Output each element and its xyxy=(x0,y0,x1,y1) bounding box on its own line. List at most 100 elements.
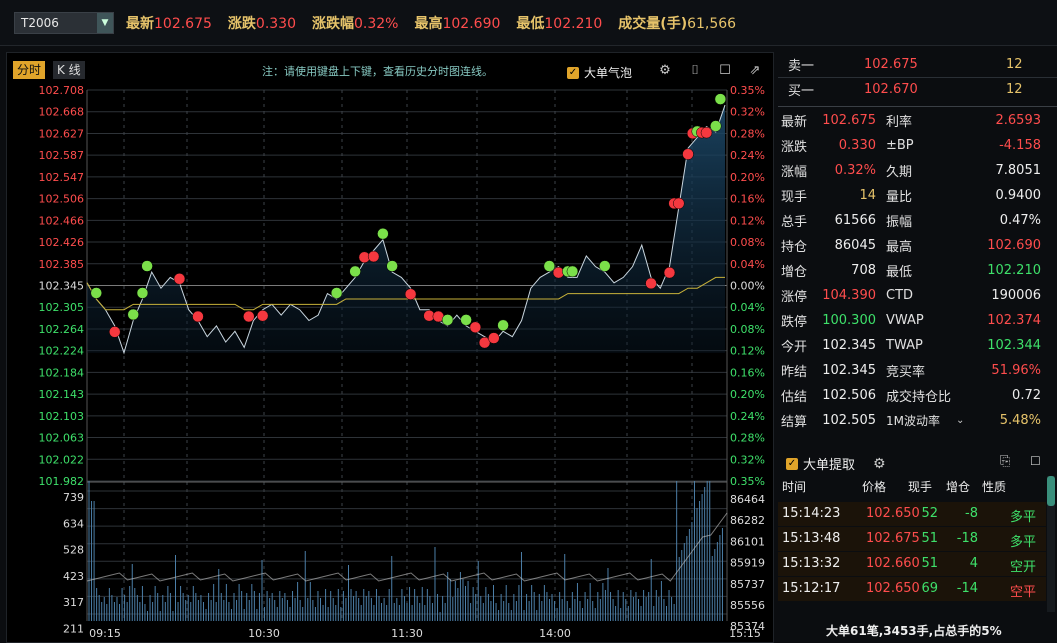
price-tick-label: 102.143 xyxy=(39,388,85,401)
trade-bubble[interactable] xyxy=(599,260,611,272)
oi-tick-label: 85556 xyxy=(730,599,765,612)
trade-bubble[interactable] xyxy=(141,260,153,272)
quote-label: 最低 xyxy=(516,15,545,32)
table-row[interactable]: 15:13:48 102.675 51 -18 多平 xyxy=(778,527,1046,551)
trade-bubble[interactable] xyxy=(566,265,579,278)
trade-bubble[interactable] xyxy=(136,287,149,299)
checkbox-checked-icon[interactable]: ✓ xyxy=(786,457,798,470)
price-tick-label: 102.305 xyxy=(39,301,85,314)
stat-value: 102.210 xyxy=(987,263,1041,278)
symbol-selector[interactable]: T2006 ▼ xyxy=(14,11,114,34)
price-tick-label: 102.022 xyxy=(39,453,85,466)
trade-bubble[interactable] xyxy=(682,148,694,160)
trade-bubble[interactable] xyxy=(256,309,269,322)
oi-tick-label: 86464 xyxy=(730,493,765,506)
bubble-toggle[interactable]: ✓ 大单气泡 xyxy=(567,64,632,81)
cell-qty: 69 xyxy=(921,581,938,596)
trade-bubble[interactable] xyxy=(192,310,204,323)
stat-label: ±BP xyxy=(886,138,914,153)
price-tick-label: 102.385 xyxy=(39,258,85,271)
trade-bubble[interactable] xyxy=(663,266,676,279)
percent-tick-label: 0.00% xyxy=(730,280,765,293)
trade-bubble[interactable] xyxy=(386,260,398,272)
scrollbar-thumb[interactable] xyxy=(1047,476,1055,506)
price-tick-label: 101.982 xyxy=(39,475,85,488)
big-trades-toggle[interactable]: ✓ 大单提取 ⚙ xyxy=(786,454,886,473)
stat-label: 总手 xyxy=(781,215,808,230)
popout-icon[interactable]: ⇗ xyxy=(743,63,767,79)
quote-item: 最高102.690 xyxy=(414,13,500,33)
trade-bubble[interactable] xyxy=(367,250,380,263)
quote-value: 61,566 xyxy=(687,15,737,32)
volume-tick-label: 423 xyxy=(63,570,84,583)
cell-type: 多平 xyxy=(1010,535,1037,550)
checkbox-checked-icon[interactable]: ✓ xyxy=(567,66,579,79)
square-icon[interactable]: ☐ xyxy=(1030,454,1041,468)
trade-bubble[interactable] xyxy=(497,319,509,332)
quote-label: 最新 xyxy=(126,15,154,32)
trade-bubble[interactable] xyxy=(349,265,361,278)
stat-value: 0.72 xyxy=(1012,388,1041,403)
trade-bubble[interactable] xyxy=(460,314,472,326)
trade-bubble[interactable] xyxy=(173,273,186,285)
stat-label: TWAP xyxy=(886,338,923,353)
table-row[interactable]: 15:12:17 102.650 69 -14 空平 xyxy=(778,577,1046,601)
stat-row: 持仓 86045 最高 102.690 xyxy=(778,233,1057,258)
trade-bubble[interactable] xyxy=(673,197,685,210)
bubble-label: 大单气泡 xyxy=(584,66,633,80)
trade-bubble[interactable] xyxy=(543,260,556,272)
trade-bubble[interactable] xyxy=(710,120,722,132)
percent-tick-label: 0.20% xyxy=(730,171,765,184)
quote-label: 涨跌 xyxy=(227,15,256,32)
price-tick-label: 102.587 xyxy=(39,149,85,162)
chart-hint: 注：请使用键盘上下键，查看历史分时图连线。 xyxy=(262,65,493,78)
trade-bubble[interactable] xyxy=(469,321,482,334)
price-tick-label: 102.668 xyxy=(39,106,85,119)
ask-qty: 12 xyxy=(1006,57,1023,72)
square-icon[interactable]: ☐ xyxy=(713,63,737,79)
price-tick-label: 102.184 xyxy=(39,366,85,379)
camera-icon[interactable]: ⌷ xyxy=(683,63,707,79)
tab-kline[interactable]: K 线 xyxy=(53,61,85,79)
scrollbar[interactable] xyxy=(1047,476,1055,612)
stat-value: 102.374 xyxy=(987,313,1041,328)
price-tick-label: 102.224 xyxy=(39,345,85,358)
trade-bubble[interactable] xyxy=(441,314,454,326)
trade-bubble[interactable] xyxy=(404,288,417,300)
quote-item: 涨跌幅0.32% xyxy=(312,13,398,33)
gear-icon[interactable]: ⚙ xyxy=(873,456,886,472)
tab-timeshare[interactable]: 分时 xyxy=(13,61,46,79)
ask-price: 102.675 xyxy=(864,57,918,72)
trade-bubble[interactable] xyxy=(90,287,102,299)
table-row[interactable]: 15:14:23 102.650 52 -8 多平 xyxy=(778,502,1046,526)
volume-tick-label: 634 xyxy=(63,517,84,530)
stat-row: 昨结 102.345 竞买率 51.96% xyxy=(778,358,1057,383)
price-tick-label: 102.506 xyxy=(39,193,85,206)
trade-bubble[interactable] xyxy=(127,308,139,321)
stat-row: 涨跌 0.330 ±BP -4.158 xyxy=(778,133,1057,158)
trade-bubble[interactable] xyxy=(108,326,121,338)
stat-value: 190006 xyxy=(991,288,1041,303)
trade-bubble[interactable] xyxy=(700,126,713,139)
intraday-chart[interactable]: 102.708 102.668 102.627 102.587 102.547 102.5… xyxy=(7,86,773,643)
cell-time: 15:14:23 xyxy=(782,506,841,521)
trade-bubble[interactable] xyxy=(714,93,727,105)
stat-label[interactable]: 1M波动率 xyxy=(886,412,940,429)
chevron-down-icon[interactable]: ▼ xyxy=(97,12,113,33)
chevron-down-icon[interactable]: ⌄ xyxy=(956,415,964,426)
stat-value: 2.6593 xyxy=(995,113,1042,128)
trade-bubble[interactable] xyxy=(243,310,255,323)
export-icon[interactable]: ⎘ xyxy=(1000,454,1010,469)
quote-label: 最高 xyxy=(414,15,443,32)
table-row[interactable]: 15:13:32 102.660 51 4 空开 xyxy=(778,552,1046,576)
trade-bubble[interactable] xyxy=(645,277,657,290)
gear-icon[interactable]: ⚙ xyxy=(653,63,677,79)
percent-tick-label: 0.28% xyxy=(730,127,765,140)
trade-bubble[interactable] xyxy=(330,287,343,299)
quote-header: T2006 ▼ 最新102.675 涨跌0.330 涨跌幅0.32% 最高102.69… xyxy=(0,0,1057,46)
divider xyxy=(778,106,1057,107)
stat-label: 振幅 xyxy=(886,215,913,230)
trade-bubble[interactable] xyxy=(488,332,500,344)
stat-value: 0.9400 xyxy=(995,188,1042,203)
trade-bubble[interactable] xyxy=(377,227,389,240)
